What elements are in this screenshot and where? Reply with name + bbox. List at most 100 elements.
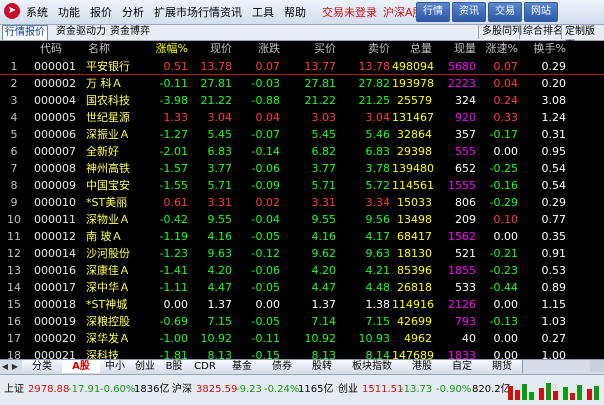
btab-b-shares[interactable]: B股 xyxy=(160,360,189,373)
cell-volume: 68417 xyxy=(397,230,432,243)
col-header-change-pct[interactable]: 涨幅% xyxy=(150,41,188,57)
cell-code: 000010 xyxy=(34,196,76,209)
table-row[interactable]: 14 000017 深中华Ａ -1.11 4.47 -0.05 4.47 4.48 26818 5… xyxy=(0,279,604,296)
btab-sme[interactable]: 中小 xyxy=(100,360,131,373)
table-row[interactable]: 1 000001 平安银行 0.51 13.78 0.07 13.77 13.78 498094… xyxy=(0,58,604,75)
table-row[interactable]: 15 000018 *ST神城 0.00 1.37 0.00 1.37 1.38 114916 2… xyxy=(0,296,604,313)
btab-hk[interactable]: 港股 xyxy=(402,360,443,373)
cell-change-pct: 0.00 xyxy=(163,298,189,311)
cell-price: 7.15 xyxy=(207,315,233,328)
cell-price: 3.77 xyxy=(207,162,233,175)
table-row[interactable]: 2 000002 万 科Ａ -0.11 27.81 -0.03 27.81 27.82 1939… xyxy=(0,75,604,92)
tab-scroll-right-icon[interactable]: ▶ xyxy=(10,360,20,373)
cell-price: 5.71 xyxy=(207,179,233,192)
menu-function[interactable]: 功能 xyxy=(58,4,80,20)
tab-fund-driver[interactable]: 资金驱动力 xyxy=(54,25,108,39)
table-row[interactable]: 17 000020 深华发Ａ -1.00 10.92 -0.11 10.92 10.93 496… xyxy=(0,330,604,347)
btab-fund[interactable]: 基金 xyxy=(222,360,263,373)
website-button[interactable]: 网站 xyxy=(524,2,558,22)
cell-bid: 13.77 xyxy=(304,60,337,73)
cell-volume: 139480 xyxy=(392,162,434,175)
col-header-ask[interactable]: 卖价 xyxy=(350,41,390,57)
table-row[interactable]: 8 000009 中国宝安 -1.55 5.71 -0.09 5.71 5.72 114561 1… xyxy=(0,177,604,194)
table-row[interactable]: 16 000019 深粮控股 -0.69 7.15 -0.05 7.14 7.15 42699 7… xyxy=(0,313,604,330)
table-row[interactable]: 5 000006 深振业Ａ -1.27 5.45 -0.07 5.45 5.46 32864 35… xyxy=(0,126,604,143)
sh-label: 上证 xyxy=(4,384,24,395)
col-header-speed[interactable]: 涨速% xyxy=(478,41,518,57)
menu-system[interactable]: 系统 xyxy=(26,4,48,20)
cell-turnover: 0.95 xyxy=(541,145,567,158)
tab-ranking[interactable]: 综合排名 xyxy=(519,25,563,39)
menu-help[interactable]: 帮助 xyxy=(284,4,306,20)
btab-category[interactable]: 分类 xyxy=(22,360,63,373)
cell-ask: 5.46 xyxy=(365,128,391,141)
cell-name: 南 玻Ａ xyxy=(86,230,123,243)
btab-bond[interactable]: 债券 xyxy=(262,360,303,373)
btab-neeq[interactable]: 股转 xyxy=(302,360,343,373)
cell-name: 中国宝安 xyxy=(86,179,130,192)
col-header-volume[interactable]: 总量 xyxy=(392,41,432,57)
cell-speed: -0.44 xyxy=(489,281,518,294)
table-row[interactable]: 11 000012 南 玻Ａ -1.19 4.16 -0.05 4.16 4.17 68417 1… xyxy=(0,228,604,245)
btab-sector-index[interactable]: 板块指数 xyxy=(342,360,403,373)
menu-tools[interactable]: 工具 xyxy=(252,4,274,20)
hs-index-value[interactable]: 3825.59 xyxy=(196,384,237,396)
col-header-current-volume[interactable]: 现量 xyxy=(440,41,476,57)
btab-cdr[interactable]: CDR xyxy=(188,360,223,373)
menu-extended-market[interactable]: 扩展市场行情 xyxy=(154,4,220,20)
quote-button[interactable]: 行情 xyxy=(416,2,450,22)
btab-futures[interactable]: 期货 xyxy=(482,360,523,373)
cell-change: -0.03 xyxy=(251,77,280,90)
cell-turnover: 1.15 xyxy=(541,298,567,311)
sh-index-value[interactable]: 2978.88 xyxy=(28,384,69,396)
col-header-code[interactable]: 代码 xyxy=(40,41,84,57)
cell-bid: 4.20 xyxy=(311,264,337,277)
table-row[interactable]: 13 000016 深康佳Ａ -1.41 4.20 -0.06 4.20 4.21 85396 1… xyxy=(0,262,604,279)
menu-news[interactable]: 资讯 xyxy=(220,4,242,20)
table-row[interactable]: 3 000004 国农科技 -3.98 21.22 -0.88 21.22 21.25 2557… xyxy=(0,92,604,109)
table-row[interactable]: 12 000014 沙河股份 -1.23 9.63 -0.12 9.62 9.63 18130 5… xyxy=(0,245,604,262)
table-row[interactable]: 6 000007 全新好 -2.01 6.83 -0.14 6.82 6.83 29398 555… xyxy=(0,143,604,160)
horizontal-scrollbar[interactable] xyxy=(590,360,604,372)
trade-button[interactable]: 交易 xyxy=(488,2,522,22)
cell-name: *ST神城 xyxy=(86,298,128,311)
cell-change-pct: -1.11 xyxy=(159,281,188,294)
table-row[interactable]: 10 000011 深物业Ａ -0.42 9.55 -0.04 9.55 9.56 13498 2… xyxy=(0,211,604,228)
cell-change-pct: -0.69 xyxy=(159,315,188,328)
tab-quote-list[interactable]: 行情报价 xyxy=(2,25,48,40)
news-button[interactable]: 资讯 xyxy=(452,2,486,22)
col-header-turnover[interactable]: 换手% xyxy=(526,41,566,57)
cell-change: -0.05 xyxy=(251,281,280,294)
cy-index-value[interactable]: 1511.51 xyxy=(362,384,403,396)
cy-label: 创业 xyxy=(338,384,358,395)
btab-custom[interactable]: 自定 xyxy=(442,360,483,373)
tab-scroll-left-icon[interactable]: ◀ xyxy=(0,360,10,373)
cell-volume: 29398 xyxy=(397,145,432,158)
cell-name: *ST美丽 xyxy=(86,196,128,209)
table-row[interactable]: 4 000005 世纪星源 1.33 3.04 0.04 3.03 3.04 131467 920… xyxy=(0,109,604,126)
cell-speed: -0.21 xyxy=(489,247,518,260)
menu-quote[interactable]: 报价 xyxy=(90,4,112,20)
btab-chinext[interactable]: 创业 xyxy=(130,360,161,373)
cell-ask: 4.21 xyxy=(365,264,391,277)
cell-name: 深中华Ａ xyxy=(86,281,130,294)
cell-turnover: 1.03 xyxy=(541,315,567,328)
menu-analysis[interactable]: 分析 xyxy=(122,4,144,20)
btab-a-shares[interactable]: A股 xyxy=(62,360,101,373)
col-header-change[interactable]: 涨跌 xyxy=(240,41,280,57)
tab-custom-layout[interactable]: 定制版面 xyxy=(561,25,604,51)
cell-volume: 85396 xyxy=(397,264,432,277)
col-header-bid[interactable]: 买价 xyxy=(296,41,336,57)
cell-name: 世纪星源 xyxy=(86,111,130,124)
cell-change-pct: -1.19 xyxy=(159,230,188,243)
tab-multi-stock[interactable]: 多股同列 xyxy=(478,25,522,39)
cell-ask: 5.72 xyxy=(365,179,391,192)
tab-fund-game[interactable]: 资金博弈 xyxy=(108,25,152,39)
col-header-name[interactable]: 名称 xyxy=(88,41,148,57)
table-row[interactable]: 7 000008 神州高铁 -1.57 3.77 -0.06 3.77 3.78 139480 6… xyxy=(0,160,604,177)
cell-turnover: 0.29 xyxy=(541,60,567,73)
cell-bid: 27.81 xyxy=(304,77,337,90)
col-header-price[interactable]: 现价 xyxy=(192,41,232,57)
table-row[interactable]: 9 000010 *ST美丽 0.61 3.31 0.02 3.31 3.34 15033 806… xyxy=(0,194,604,211)
sh-index-pct: -0.60% xyxy=(100,384,136,395)
